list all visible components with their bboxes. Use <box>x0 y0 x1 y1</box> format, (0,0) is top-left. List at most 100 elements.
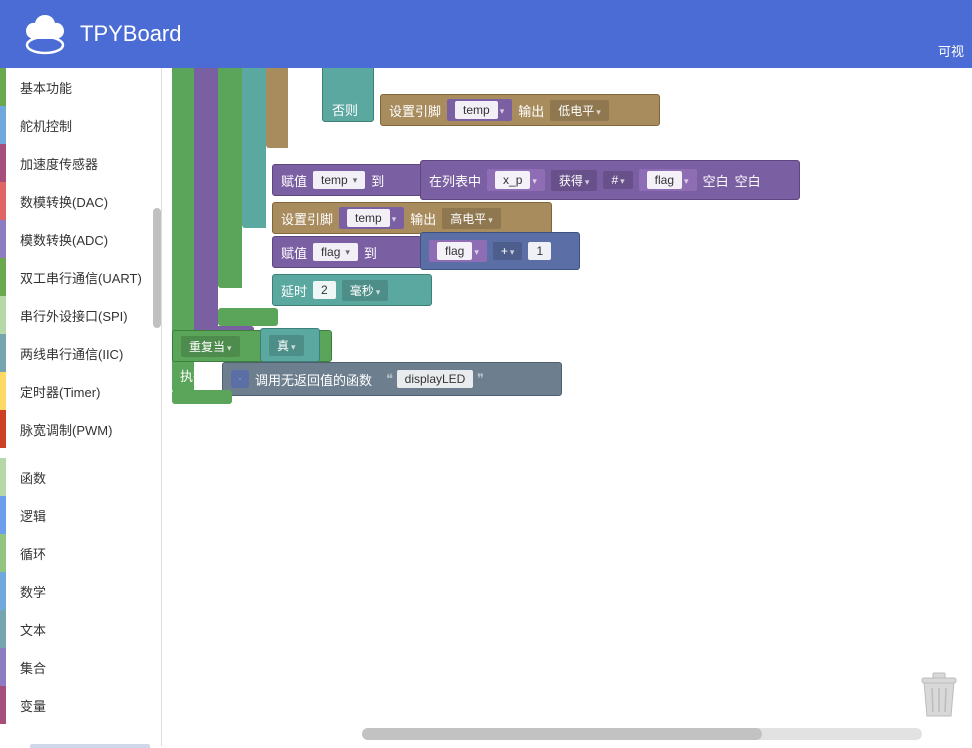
sidebar-scrollbar[interactable] <box>153 208 161 328</box>
category-color-bar <box>0 534 6 572</box>
category-color-bar <box>0 144 6 182</box>
trash-icon[interactable] <box>918 670 960 718</box>
sidebar-category[interactable]: 逻辑 <box>0 496 161 534</box>
op-plus[interactable]: + <box>493 242 523 260</box>
category-label: 逻辑 <box>20 506 46 525</box>
var-temp-3[interactable]: temp <box>339 207 404 229</box>
app-header: turn TPYBoard 可视 <box>0 0 972 68</box>
sidebar-category[interactable]: 串行外设接口(SPI) <box>0 296 161 334</box>
block-math-add[interactable]: flag + 1 <box>420 232 580 270</box>
category-color-bar <box>0 410 6 448</box>
category-label: 定时器(Timer) <box>20 382 100 401</box>
sidebar-category[interactable]: 双工串行通信(UART) <box>0 258 161 296</box>
sidebar-category[interactable]: 集合 <box>0 648 161 686</box>
sidebar-category[interactable]: 数模转换(DAC) <box>0 182 161 220</box>
category-color-bar <box>0 496 6 534</box>
block-setpin-high[interactable]: 设置引脚 temp 输出 高电平 <box>272 202 552 234</box>
category-label: 脉宽调制(PWM) <box>20 420 112 439</box>
delay-unit[interactable]: 毫秒 <box>342 280 389 301</box>
category-color-bar <box>0 648 6 686</box>
category-color-bar <box>0 68 6 106</box>
sidebar-category[interactable]: 基本功能 <box>0 68 161 106</box>
sidebar-category[interactable]: 定时器(Timer) <box>0 372 161 410</box>
logo-icon: turn <box>20 13 70 55</box>
category-label: 数模转换(DAC) <box>20 192 108 211</box>
loop-close[interactable] <box>218 308 278 326</box>
sidebar-category[interactable]: 舵机控制 <box>0 106 161 144</box>
category-label: 数学 <box>20 582 46 601</box>
category-sidebar: 基本功能舵机控制加速度传感器数模转换(DAC) 模数转换(ADC) 双工串行通信(U… <box>0 68 162 746</box>
category-color-bar <box>0 220 6 258</box>
category-label: 基本功能 <box>20 78 72 97</box>
gear-icon[interactable] <box>231 370 249 388</box>
num-one[interactable]: 1 <box>528 242 551 260</box>
inner-rail2[interactable] <box>266 68 288 148</box>
get-op[interactable]: 获得 <box>551 170 598 191</box>
category-label: 双工串行通信(UART) <box>20 268 142 287</box>
main-area: 基本功能舵机控制加速度传感器数模转换(DAC) 模数转换(ADC) 双工串行通信(U… <box>0 68 972 746</box>
else-label: 否则 <box>332 100 358 119</box>
category-color-bar <box>0 458 6 496</box>
exec-label: 执行 <box>180 366 206 385</box>
block-call-fn[interactable]: 调用无返回值的函数 ❝ displayLED ❞ <box>222 362 562 396</box>
block-list-get[interactable]: 在列表中 x_p 获得 # flag 空白 空白 <box>420 160 800 200</box>
var-flag-2[interactable]: flag <box>313 243 358 261</box>
hash-op[interactable]: # <box>603 171 632 189</box>
sidebar-category[interactable]: 脉宽调制(PWM) <box>0 410 161 448</box>
category-label: 两线串行通信(IIC) <box>20 344 123 363</box>
sidebar-category[interactable]: 两线串行通信(IIC) <box>0 334 161 372</box>
bool-true[interactable]: 真 <box>269 335 304 356</box>
category-label: 加速度传感器 <box>20 154 98 173</box>
fn-name[interactable]: displayLED <box>397 370 474 388</box>
category-color-bar <box>0 372 6 410</box>
scrollbar-thumb[interactable] <box>362 728 762 740</box>
block-setpin-low[interactable]: 设置引脚 temp 输出 低电平 <box>380 94 660 126</box>
fn-slot[interactable]: ❝ displayLED ❞ <box>378 368 492 390</box>
if-rail[interactable] <box>242 68 266 228</box>
blockly-workspace[interactable]: 否则 设置引脚 temp 输出 低电平 赋值 temp 到 在列表中 x_p 获… <box>162 68 972 746</box>
inner-loop-rail[interactable] <box>218 68 242 288</box>
sidebar-category[interactable]: 变量 <box>0 686 161 724</box>
level-low[interactable]: 低电平 <box>550 100 609 121</box>
repeat-close[interactable] <box>172 390 232 404</box>
category-label: 舵机控制 <box>20 116 72 135</box>
var-temp-2[interactable]: temp <box>313 171 365 189</box>
block-true[interactable]: 真 <box>260 328 320 362</box>
category-label: 循环 <box>20 544 46 563</box>
block-assign-flag[interactable]: 赋值 flag 到 <box>272 236 422 268</box>
category-color-bar <box>0 182 6 220</box>
category-label: 文本 <box>20 620 46 639</box>
sidebar-category[interactable]: 模数转换(ADC) <box>0 220 161 258</box>
sidebar-category[interactable]: 数学 <box>0 572 161 610</box>
level-high[interactable]: 高电平 <box>442 208 501 229</box>
category-color-bar <box>0 258 6 296</box>
category-color-bar <box>0 686 6 724</box>
category-label: 串行外设接口(SPI) <box>20 306 128 325</box>
category-color-bar <box>0 334 6 372</box>
category-color-bar <box>0 572 6 610</box>
category-label: 变量 <box>20 696 46 715</box>
delay-value[interactable]: 2 <box>313 281 336 299</box>
logo-area: turn TPYBoard <box>20 13 182 55</box>
sidebar-category[interactable]: 循环 <box>0 534 161 572</box>
app-title: TPYBoard <box>80 21 182 47</box>
workspace-scrollbar-h[interactable] <box>362 728 922 740</box>
var-flag-3[interactable]: flag <box>429 240 487 262</box>
sidebar-category[interactable]: 加速度传感器 <box>0 144 161 182</box>
category-color-bar <box>0 106 6 144</box>
sidebar-category[interactable]: 文本 <box>0 610 161 648</box>
repeat-mode[interactable]: 重复当 <box>181 336 240 357</box>
var-flag[interactable]: flag <box>639 169 697 191</box>
header-view-link[interactable]: 可视 <box>938 41 964 60</box>
bottom-tab[interactable] <box>30 744 150 748</box>
var-temp[interactable]: temp <box>447 99 512 121</box>
category-label: 模数转换(ADC) <box>20 230 108 249</box>
var-xp[interactable]: x_p <box>487 169 545 191</box>
svg-text:turn: turn <box>36 41 54 51</box>
block-delay[interactable]: 延时 2 毫秒 <box>272 274 432 306</box>
category-color-bar <box>0 610 6 648</box>
category-label: 函数 <box>20 468 46 487</box>
outer-loop-rail[interactable] <box>172 68 194 368</box>
function-def-rail[interactable] <box>194 68 218 338</box>
sidebar-category[interactable]: 函数 <box>0 458 161 496</box>
